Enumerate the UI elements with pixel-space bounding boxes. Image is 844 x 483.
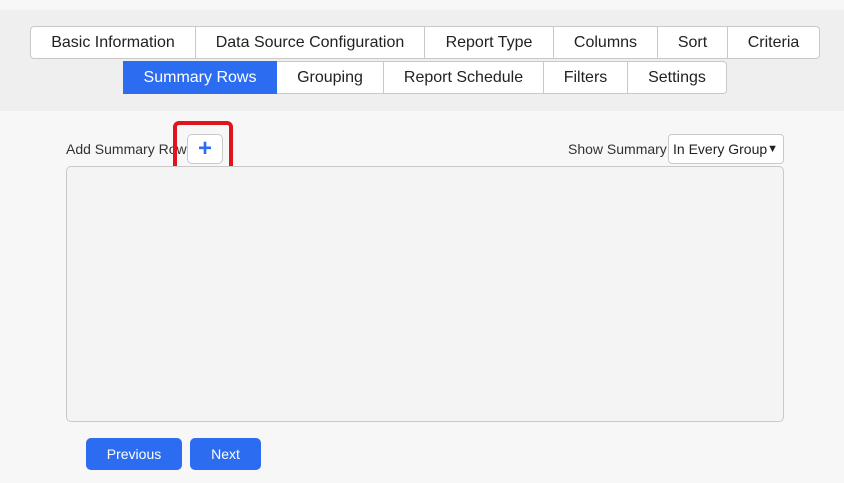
next-button[interactable]: Next bbox=[190, 438, 261, 470]
summary-rows-panel bbox=[66, 166, 784, 422]
tab-summary-rows[interactable]: Summary Rows bbox=[123, 61, 277, 94]
tab-data-source-configuration[interactable]: Data Source Configuration bbox=[196, 26, 425, 59]
tab-columns[interactable]: Columns bbox=[554, 26, 658, 59]
chevron-down-icon: ▼ bbox=[767, 143, 778, 155]
show-summary-value: In Every Group bbox=[673, 141, 768, 157]
tab-settings[interactable]: Settings bbox=[628, 61, 727, 94]
tab-filters[interactable]: Filters bbox=[544, 61, 628, 94]
tab-criteria[interactable]: Criteria bbox=[728, 26, 820, 59]
show-summary-select[interactable]: In Every Group ▼ bbox=[668, 134, 784, 164]
tab-report-type[interactable]: Report Type bbox=[425, 26, 554, 59]
previous-button[interactable]: Previous bbox=[86, 438, 182, 470]
tab-row-secondary: Summary Rows Grouping Report Schedule Fi… bbox=[123, 61, 727, 94]
tab-sort[interactable]: Sort bbox=[658, 26, 728, 59]
show-summary-label: Show Summary bbox=[568, 141, 667, 157]
tab-grouping[interactable]: Grouping bbox=[277, 61, 384, 94]
add-summary-row-label: Add Summary Row bbox=[66, 141, 187, 157]
tab-basic-information[interactable]: Basic Information bbox=[30, 26, 196, 59]
tab-row-primary: Basic Information Data Source Configurat… bbox=[30, 26, 820, 59]
tab-report-schedule[interactable]: Report Schedule bbox=[384, 61, 544, 94]
